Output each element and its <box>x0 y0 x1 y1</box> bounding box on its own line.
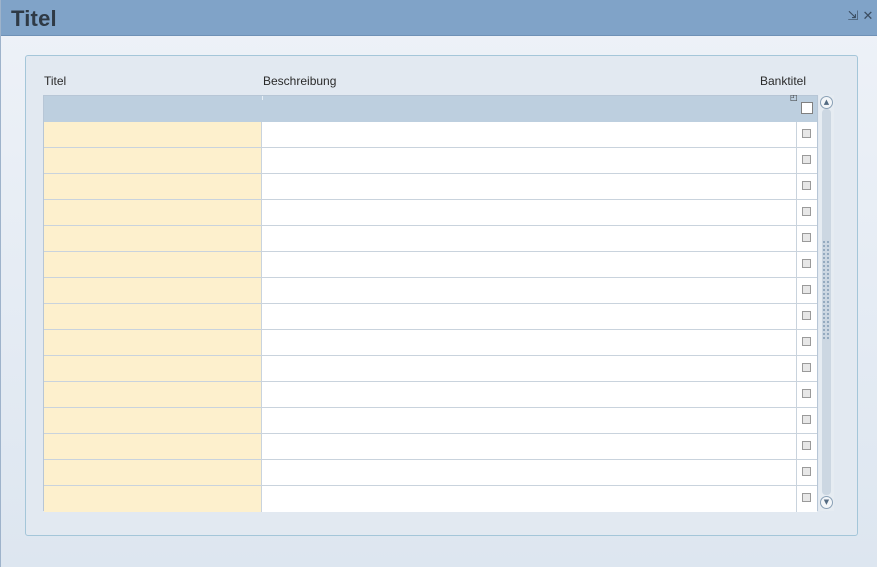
titel-cell[interactable] <box>44 382 262 407</box>
table-row <box>44 200 817 226</box>
header-divider <box>262 96 263 100</box>
table-row <box>44 252 817 278</box>
filter-icon: ◰ <box>790 93 798 102</box>
beschreibung-cell[interactable] <box>262 408 797 433</box>
banktitel-checkbox[interactable] <box>802 441 811 450</box>
scroll-down-icon[interactable]: ▼ <box>820 496 833 509</box>
banktitel-checkbox[interactable] <box>802 311 811 320</box>
table-row <box>44 330 817 356</box>
banktitel-checkbox[interactable] <box>802 337 811 346</box>
titel-cell[interactable] <box>44 174 262 199</box>
scroll-up-icon[interactable]: ▲ <box>820 96 833 109</box>
banktitel-checkbox[interactable] <box>802 207 811 216</box>
window-title: Titel <box>11 6 57 31</box>
titel-cell[interactable] <box>44 460 262 485</box>
titel-cell[interactable] <box>44 278 262 303</box>
table-row <box>44 278 817 304</box>
table-row <box>44 122 817 148</box>
banktitel-cell <box>797 226 817 251</box>
table-row <box>44 304 817 330</box>
titel-cell[interactable] <box>44 330 262 355</box>
banktitel-cell <box>797 356 817 381</box>
beschreibung-cell[interactable] <box>262 304 797 329</box>
beschreibung-cell[interactable] <box>262 434 797 459</box>
beschreibung-cell[interactable] <box>262 200 797 225</box>
beschreibung-cell[interactable] <box>262 486 797 512</box>
banktitel-cell <box>797 460 817 485</box>
banktitel-checkbox[interactable] <box>802 129 811 138</box>
beschreibung-cell[interactable] <box>262 252 797 277</box>
banktitel-checkbox[interactable] <box>802 233 811 242</box>
table-row <box>44 460 817 486</box>
beschreibung-cell[interactable] <box>262 148 797 173</box>
banktitel-checkbox[interactable] <box>802 389 811 398</box>
titel-cell[interactable] <box>44 434 262 459</box>
banktitel-cell <box>797 174 817 199</box>
beschreibung-cell[interactable] <box>262 330 797 355</box>
banktitel-checkbox[interactable] <box>802 493 811 502</box>
titel-cell[interactable] <box>44 486 262 512</box>
banktitel-cell <box>797 408 817 433</box>
table-row <box>44 148 817 174</box>
scrollbar-grip[interactable] <box>822 240 831 340</box>
banktitel-cell <box>797 122 817 147</box>
minimize-icon[interactable]: ⇲ <box>847 10 859 24</box>
column-header-titel: Titel <box>44 74 67 88</box>
column-header-banktitel: Banktitel <box>760 74 807 88</box>
table-row <box>44 382 817 408</box>
banktitel-checkbox[interactable] <box>802 155 811 164</box>
table-row <box>44 486 817 512</box>
beschreibung-cell[interactable] <box>262 122 797 147</box>
table-row <box>44 434 817 460</box>
beschreibung-cell[interactable] <box>262 174 797 199</box>
banktitel-cell <box>797 304 817 329</box>
table-row <box>44 174 817 200</box>
beschreibung-cell[interactable] <box>262 278 797 303</box>
beschreibung-cell[interactable] <box>262 356 797 381</box>
grid-rows <box>44 122 817 512</box>
banktitel-checkbox[interactable] <box>802 181 811 190</box>
titel-cell[interactable] <box>44 252 262 277</box>
beschreibung-cell[interactable] <box>262 226 797 251</box>
banktitel-checkbox[interactable] <box>802 259 811 268</box>
vertical-scrollbar[interactable]: ▲ ▼ <box>819 95 834 511</box>
close-icon[interactable]: ✕ <box>862 10 874 24</box>
data-grid: ◰ <box>43 93 818 512</box>
table-row <box>44 408 817 434</box>
beschreibung-cell[interactable] <box>262 382 797 407</box>
banktitel-checkbox[interactable] <box>802 467 811 476</box>
banktitel-cell <box>797 278 817 303</box>
title-bar[interactable]: Titel ⇲ ✕ <box>1 0 877 36</box>
banktitel-checkbox[interactable] <box>802 285 811 294</box>
banktitel-checkbox[interactable] <box>802 415 811 424</box>
banktitel-cell <box>797 200 817 225</box>
titel-cell[interactable] <box>44 122 262 147</box>
grid-header-row: ◰ <box>44 93 817 122</box>
column-header-beschreibung: Beschreibung <box>263 74 337 88</box>
titel-cell[interactable] <box>44 356 262 381</box>
titel-cell[interactable] <box>44 408 262 433</box>
banktitel-cell <box>797 382 817 407</box>
banktitel-cell <box>797 148 817 173</box>
beschreibung-cell[interactable] <box>262 460 797 485</box>
titel-cell[interactable] <box>44 226 262 251</box>
titel-cell[interactable] <box>44 148 262 173</box>
banktitel-cell <box>797 486 817 512</box>
banktitel-cell <box>797 252 817 277</box>
select-all-checkbox[interactable] <box>801 102 813 114</box>
banktitel-cell <box>797 434 817 459</box>
banktitel-cell <box>797 330 817 355</box>
titel-cell[interactable] <box>44 304 262 329</box>
dialog-window: Titel ⇲ ✕ Titel Beschreibung Banktitel ◰… <box>0 0 877 567</box>
table-row <box>44 356 817 382</box>
banktitel-checkbox[interactable] <box>802 363 811 372</box>
titel-cell[interactable] <box>44 200 262 225</box>
table-row <box>44 226 817 252</box>
